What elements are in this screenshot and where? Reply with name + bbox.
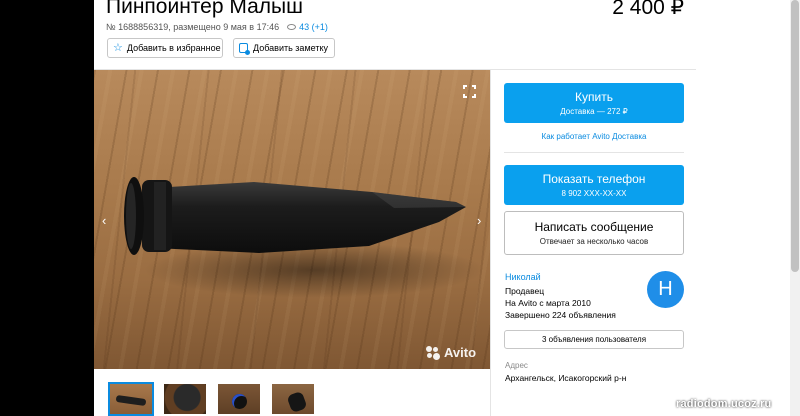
write-message-button[interactable]: Написать сообщение Отвечает за несколько… (504, 211, 684, 255)
pinpointer-image (124, 177, 484, 298)
phone-number: 8 902 XXX-XX-XX (561, 188, 627, 198)
eye-icon (287, 24, 297, 30)
price: 2 400 ₽ (612, 0, 684, 19)
show-phone-button[interactable]: Показать телефон 8 902 XXX-XX-XX (504, 165, 684, 205)
address-value: Архангельск, Исакогорский р-н (505, 373, 627, 383)
views-count[interactable]: 43 (+1) (299, 22, 328, 32)
seller-since: На Avito с марта 2010 (505, 298, 591, 308)
site-watermark: radiodom.ucoz.ru (676, 398, 772, 410)
prev-arrow-icon[interactable]: ‹ (102, 214, 106, 227)
photo-watermark: Avito (426, 345, 476, 360)
main-photo[interactable]: ‹ › Avito (94, 70, 490, 369)
thumbnail-2[interactable] (162, 382, 208, 416)
next-arrow-icon[interactable]: › (477, 214, 481, 227)
show-phone-label: Показать телефон (542, 171, 646, 186)
sidebar-separator (504, 152, 684, 153)
listing-number-date: № 1688856319, размещено 9 мая в 17:46 (106, 22, 280, 32)
right-background (696, 0, 800, 416)
page-title: Пинпоинтер Малыш (106, 0, 303, 18)
seller-name-link[interactable]: Николай (505, 272, 541, 282)
add-note-button[interactable]: Добавить заметку (233, 38, 335, 58)
scrollbar-thumb[interactable] (791, 0, 799, 272)
thumbnail-1[interactable] (108, 382, 154, 416)
star-icon: ☆ (113, 41, 123, 54)
delivery-price: Доставка — 272 ₽ (560, 106, 628, 116)
fullscreen-icon[interactable] (463, 85, 476, 98)
avito-logo-icon (426, 345, 440, 360)
buy-button[interactable]: Купить Доставка — 272 ₽ (504, 83, 684, 123)
add-to-favorites-button[interactable]: ☆ Добавить в избранное (107, 38, 223, 58)
add-note-label: Добавить заметку (253, 43, 328, 53)
avatar[interactable]: Н (647, 271, 684, 308)
listing-page: Пинпоинтер Малыш 2 400 ₽ № 1688856319, р… (94, 0, 696, 416)
watermark-text: Avito (444, 345, 477, 360)
sidebar-divider (490, 70, 491, 416)
response-time: Отвечает за несколько часов (539, 236, 649, 246)
user-listings-button[interactable]: 3 объявления пользователя (504, 330, 684, 349)
thumbnail-strip (108, 382, 316, 416)
seller-role: Продавец (505, 286, 545, 296)
note-plus-icon (239, 43, 251, 55)
thumbnail-4[interactable] (270, 382, 316, 416)
address-label: Адрес (505, 361, 528, 370)
listing-meta: № 1688856319, размещено 9 мая в 17:46 43 … (106, 22, 328, 32)
thumbnail-3[interactable] (216, 382, 262, 416)
buy-label: Купить (575, 89, 613, 104)
avito-delivery-link[interactable]: Как работает Avito Доставка (504, 132, 684, 141)
seller-completed: Завершено 224 объявления (505, 310, 616, 320)
write-message-label: Написать сообщение (534, 219, 654, 234)
add-to-favorites-label: Добавить в избранное (126, 43, 221, 53)
